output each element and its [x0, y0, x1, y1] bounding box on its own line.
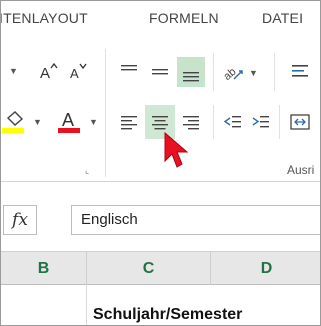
increase-font-size-button[interactable]: A [34, 57, 62, 85]
align-middle-icon [152, 69, 168, 75]
tab-daten[interactable]: DATEI [262, 10, 303, 26]
font-size-dropdown-arrow[interactable]: ▼ [9, 66, 18, 76]
alignment-group-label: Ausri [287, 163, 315, 177]
column-header-c[interactable]: C [87, 252, 211, 285]
svg-text:A: A [70, 66, 79, 81]
paint-bucket-icon [2, 111, 24, 133]
fill-color-button[interactable] [1, 105, 31, 137]
ribbon-separator [213, 105, 214, 139]
ribbon-separator [274, 53, 275, 91]
ribbon-separator [213, 53, 214, 91]
insert-function-button[interactable]: fx [3, 205, 37, 235]
cell-text: Schuljahr/Semester [93, 306, 243, 323]
text-orientation-icon: ab [222, 66, 243, 83]
wrap-text-button[interactable] [285, 57, 315, 87]
align-middle-button[interactable] [146, 57, 174, 87]
svg-text:A: A [62, 110, 74, 130]
font-color-dropdown-arrow[interactable]: ▼ [89, 117, 98, 127]
font-color-button[interactable]: A [53, 105, 85, 137]
decrease-font-icon: A [70, 63, 87, 81]
merge-cells-icon [290, 114, 310, 130]
align-center-icon [152, 116, 168, 130]
column-header-d[interactable]: D [211, 252, 320, 285]
svg-text:ab: ab [222, 66, 239, 83]
decrease-font-size-button[interactable]: A [64, 57, 92, 85]
orientation-dropdown-arrow[interactable]: ▼ [249, 68, 258, 78]
align-bottom-icon [183, 72, 199, 82]
decrease-indent-icon [223, 116, 241, 128]
align-left-button[interactable] [115, 107, 143, 137]
font-color-icon: A [58, 110, 80, 133]
mouse-cursor-icon [164, 131, 189, 168]
align-left-icon [121, 116, 137, 130]
increase-font-icon: A [40, 62, 58, 81]
align-top-icon [121, 65, 137, 71]
cell-b[interactable] [1, 285, 87, 325]
column-header-b[interactable]: B [1, 252, 87, 285]
align-bottom-button[interactable] [177, 57, 205, 87]
increase-indent-button[interactable] [247, 107, 275, 137]
merge-center-button[interactable] [285, 107, 315, 137]
orientation-button[interactable]: ab [219, 57, 247, 87]
align-right-icon [183, 116, 199, 130]
ribbon-separator [105, 49, 106, 177]
svg-text:A: A [40, 65, 50, 81]
align-top-button[interactable] [115, 57, 143, 87]
increase-indent-icon [252, 116, 269, 128]
ribbon-separator [279, 105, 280, 139]
wrap-text-icon [292, 65, 308, 77]
fill-color-dropdown-arrow[interactable]: ▼ [33, 117, 42, 127]
tab-formeln[interactable]: FORMELN [149, 10, 219, 26]
excel-window: ITENLAYOUT FORMELN DATEI ▼ A A ab ▼ ▼ A … [0, 0, 321, 326]
tab-seitenlayout[interactable]: ITENLAYOUT [1, 10, 88, 26]
ribbon-tab-bar: ITENLAYOUT FORMELN DATEI [1, 1, 320, 39]
fx-icon: fx [12, 210, 28, 230]
font-dialog-launcher-icon[interactable]: ⌞ [85, 165, 89, 176]
decrease-indent-button[interactable] [219, 107, 247, 137]
ribbon-panel: ▼ A A ab ▼ ▼ A ▼ ⌞ Ausri [1, 39, 320, 182]
column-header-row: B C D [1, 251, 320, 285]
formula-input[interactable]: Englisch [71, 205, 320, 235]
